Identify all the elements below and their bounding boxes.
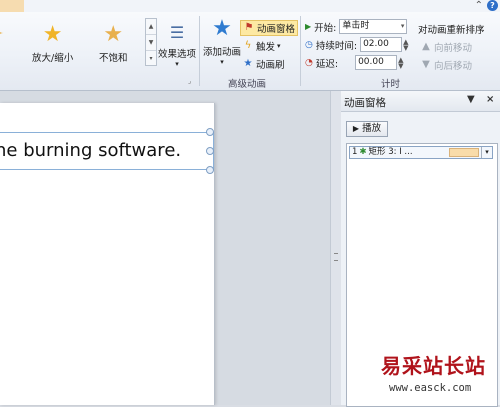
add-animation-button[interactable]: ★ 添加动画 ▾: [203, 16, 242, 67]
watermark-logo-text: 易采站长站: [381, 354, 486, 378]
play-label: 播放: [362, 123, 382, 134]
close-icon[interactable]: ×: [486, 94, 494, 105]
animation-desaturate[interactable]: ★ 不饱和: [99, 22, 128, 65]
desaturate-star-icon: ★: [103, 22, 124, 47]
reorder-label: 对动画重新排序: [418, 22, 485, 36]
start-row: ▶ 开始: 单击时 ▾: [305, 19, 408, 34]
play-icon: ▶: [352, 124, 360, 133]
play-icon: ▶: [305, 22, 312, 31]
play-button[interactable]: ▶ 播放: [346, 121, 388, 137]
duration-spinner[interactable]: ▲ ▼: [403, 38, 408, 51]
clock-icon: ◷: [305, 39, 313, 50]
animation-grow-shrink[interactable]: ★ 放大/缩小: [32, 22, 74, 65]
animation-pane-header: 动画窗格 ▼ ×: [341, 91, 500, 112]
animation-pane-title: 动画窗格: [344, 97, 386, 109]
dialog-launcher-icon[interactable]: ⌟: [188, 77, 191, 85]
gallery-scroll[interactable]: ▲ ▼ ▾: [145, 18, 157, 66]
slide[interactable]: he burning software.: [0, 103, 215, 405]
slide-textbox[interactable]: he burning software.: [0, 132, 214, 170]
lightning-icon: ϟ: [244, 40, 252, 51]
effect-options-button[interactable]: ☰ 效果选项 ▾: [158, 22, 196, 68]
gallery-more-icon[interactable]: ▾: [146, 51, 156, 66]
animation-desaturate-label: 不饱和: [99, 53, 128, 64]
delay-label: 延迟:: [315, 58, 339, 70]
delay-input[interactable]: 00.00: [355, 55, 398, 70]
delay-value: 00.00: [358, 57, 384, 67]
chevron-down-icon: ▾: [277, 42, 281, 50]
move-later-button[interactable]: ▼ 向后移动: [420, 58, 472, 72]
chevron-down-icon: ▾: [175, 60, 179, 68]
gallery-down-icon[interactable]: ▼: [146, 35, 156, 51]
animation-pane-icon: ⚑: [244, 22, 254, 33]
advanced-animation-group-label: 高级动画: [228, 79, 267, 90]
animation-index: 1: [352, 147, 358, 157]
animation-painter-icon: ★: [243, 58, 253, 69]
move-earlier-button[interactable]: ▲ 向前移动: [420, 40, 472, 54]
divider: [199, 16, 200, 86]
animation-painter-button[interactable]: ★ 动画刷: [242, 57, 285, 71]
watermark-url: www.easck.com: [389, 382, 472, 394]
ribbon: ⌃ ? ✦ 旋 ★ 放大/缩小 ★ 不饱和 ▲ ▼ ▾ ☰ 效果选项 ▾ ⌟ ★…: [0, 0, 500, 91]
chevron-down-icon: ▾: [400, 22, 405, 30]
title-strip-accent: [0, 0, 24, 12]
start-select[interactable]: 单击时 ▾: [339, 19, 408, 34]
pane-menu-icon[interactable]: ▼: [467, 94, 475, 105]
title-strip: ⌃ ?: [0, 0, 500, 12]
delay-row: ◔ 延迟: 00.00 ▲ ▼: [305, 55, 403, 70]
animation-painter-label: 动画刷: [256, 60, 285, 71]
chevron-down-icon[interactable]: ▾: [481, 147, 492, 158]
gallery-up-icon[interactable]: ▲: [146, 19, 156, 35]
splitter-grip-icon: [334, 253, 338, 261]
move-earlier-label: 向前移动: [434, 43, 473, 54]
list-icon: ☰: [169, 23, 185, 42]
divider: [300, 16, 301, 86]
watermark: 易采站长站 www.easck.com: [375, 350, 500, 405]
timing-bar[interactable]: [449, 148, 479, 157]
delay-clock-icon: ◔: [305, 57, 313, 68]
arrow-up-icon: ▲: [422, 41, 430, 52]
delay-spinner[interactable]: ▲ ▼: [398, 56, 403, 69]
help-icon[interactable]: ?: [487, 0, 498, 11]
arrow-down-icon: ▼: [422, 59, 430, 70]
start-value: 单击时: [342, 21, 370, 31]
slide-text: he burning software.: [0, 140, 182, 161]
animation-pane-label: 动画窗格: [257, 24, 296, 35]
resize-handle-top-right[interactable]: [206, 128, 214, 136]
trigger-button[interactable]: ϟ 触发 ▾: [242, 39, 281, 53]
animation-spin-label: 旋: [0, 50, 4, 64]
minimize-ribbon-icon[interactable]: ⌃: [475, 0, 483, 11]
animation-pane-button[interactable]: ⚑ 动画窗格: [240, 20, 299, 36]
resize-handle-bottom-right[interactable]: [206, 166, 214, 174]
add-animation-star-icon: ★: [212, 16, 232, 41]
reorder-label-text: 对动画重新排序: [418, 25, 485, 36]
animation-spin[interactable]: ✦ 旋: [0, 24, 4, 64]
resize-handle-right[interactable]: [206, 147, 214, 155]
chevron-down-icon: ▾: [220, 58, 224, 66]
add-animation-label: 添加动画: [203, 47, 242, 58]
timing-group-label: 计时: [381, 79, 401, 90]
grow-shrink-star-icon: ★: [42, 22, 63, 47]
duration-row: ◷ 持续时间: 02.00 ▲ ▼: [305, 37, 408, 52]
spin-star-icon: ✦: [0, 24, 4, 46]
effect-options-label: 效果选项: [158, 49, 197, 60]
duration-label: 持续时间:: [315, 40, 358, 52]
trigger-label: 触发: [256, 42, 276, 53]
animation-name: 矩形 3: I ...: [368, 147, 413, 157]
entrance-star-icon: ✱: [359, 147, 367, 157]
start-label: 开始:: [314, 22, 337, 34]
animation-grow-shrink-label: 放大/缩小: [32, 53, 74, 64]
duration-input[interactable]: 02.00: [360, 37, 403, 52]
slide-canvas: he burning software.: [0, 91, 330, 405]
move-later-label: 向后移动: [434, 61, 473, 72]
list-item[interactable]: 1 ✱ 矩形 3: I ... ▾: [349, 146, 493, 159]
duration-value: 02.00: [363, 39, 389, 49]
